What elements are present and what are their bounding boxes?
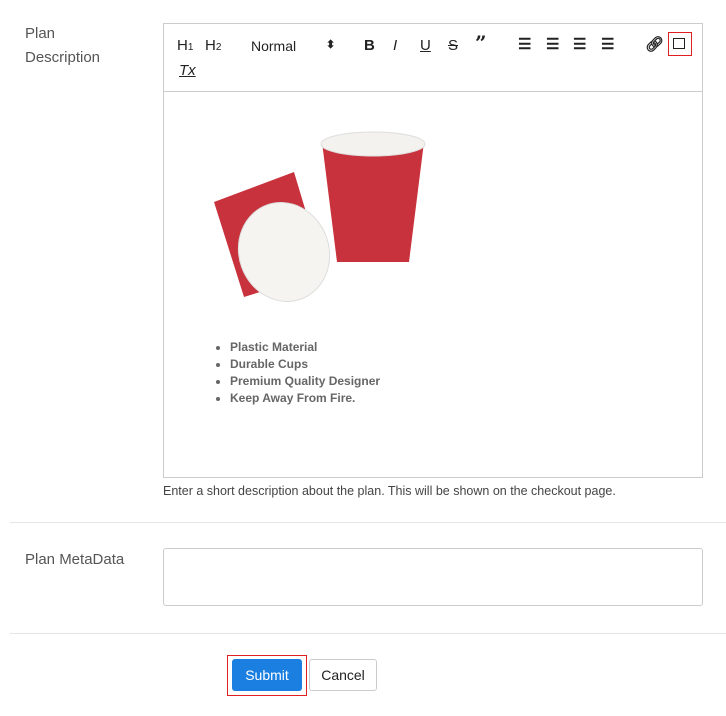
plan-metadata-input[interactable] bbox=[163, 548, 703, 606]
list-item: Premium Quality Designer bbox=[230, 373, 380, 390]
outdent-icon[interactable]: ☰ bbox=[573, 36, 586, 54]
link-icon[interactable]: 🔗︎ bbox=[645, 36, 664, 54]
bullet-list-icon[interactable]: ☰ bbox=[546, 36, 559, 54]
description-help-text: Enter a short description about the plan… bbox=[163, 484, 616, 498]
divider bbox=[10, 633, 726, 634]
plan-metadata-label: Plan MetaData bbox=[25, 551, 125, 568]
h1-button[interactable]: H1 bbox=[177, 37, 193, 57]
cups-image bbox=[214, 131, 426, 302]
feature-list: Plastic Material Durable Cups Premium Qu… bbox=[220, 339, 380, 407]
bold-button[interactable]: B bbox=[364, 37, 375, 55]
plan-description-label: Plan Description bbox=[25, 22, 100, 70]
italic-button[interactable]: I bbox=[393, 37, 397, 55]
clear-format-button[interactable]: Tx bbox=[179, 62, 196, 80]
strike-button[interactable]: S bbox=[448, 37, 458, 55]
select-arrows-icon: ⬍ bbox=[326, 39, 336, 51]
list-item: Plastic Material bbox=[230, 339, 380, 356]
list-item: Durable Cups bbox=[230, 356, 380, 373]
submit-button[interactable]: Submit bbox=[232, 659, 302, 691]
indent-icon[interactable]: ☰ bbox=[601, 36, 614, 54]
list-item: Keep Away From Fire. bbox=[230, 390, 380, 407]
label-line: Description bbox=[25, 49, 101, 66]
underline-button[interactable]: U bbox=[420, 37, 431, 55]
cancel-button[interactable]: Cancel bbox=[309, 659, 377, 691]
ordered-list-icon[interactable]: ☰ bbox=[518, 36, 531, 54]
format-select[interactable]: Normal bbox=[251, 37, 296, 55]
image-icon[interactable] bbox=[673, 38, 685, 49]
label-line: Plan bbox=[25, 25, 56, 42]
editor-toolbar: H1 H2 Normal ⬍ B I U S ” ☰ ☰ ☰ ☰ 🔗︎ Tx bbox=[164, 24, 702, 92]
divider bbox=[10, 522, 726, 523]
h2-button[interactable]: H2 bbox=[205, 37, 221, 57]
blockquote-icon[interactable]: ” bbox=[475, 33, 487, 53]
editor-content[interactable]: Plastic Material Durable Cups Premium Qu… bbox=[164, 92, 702, 477]
rich-text-editor: H1 H2 Normal ⬍ B I U S ” ☰ ☰ ☰ ☰ 🔗︎ Tx P… bbox=[163, 23, 703, 478]
